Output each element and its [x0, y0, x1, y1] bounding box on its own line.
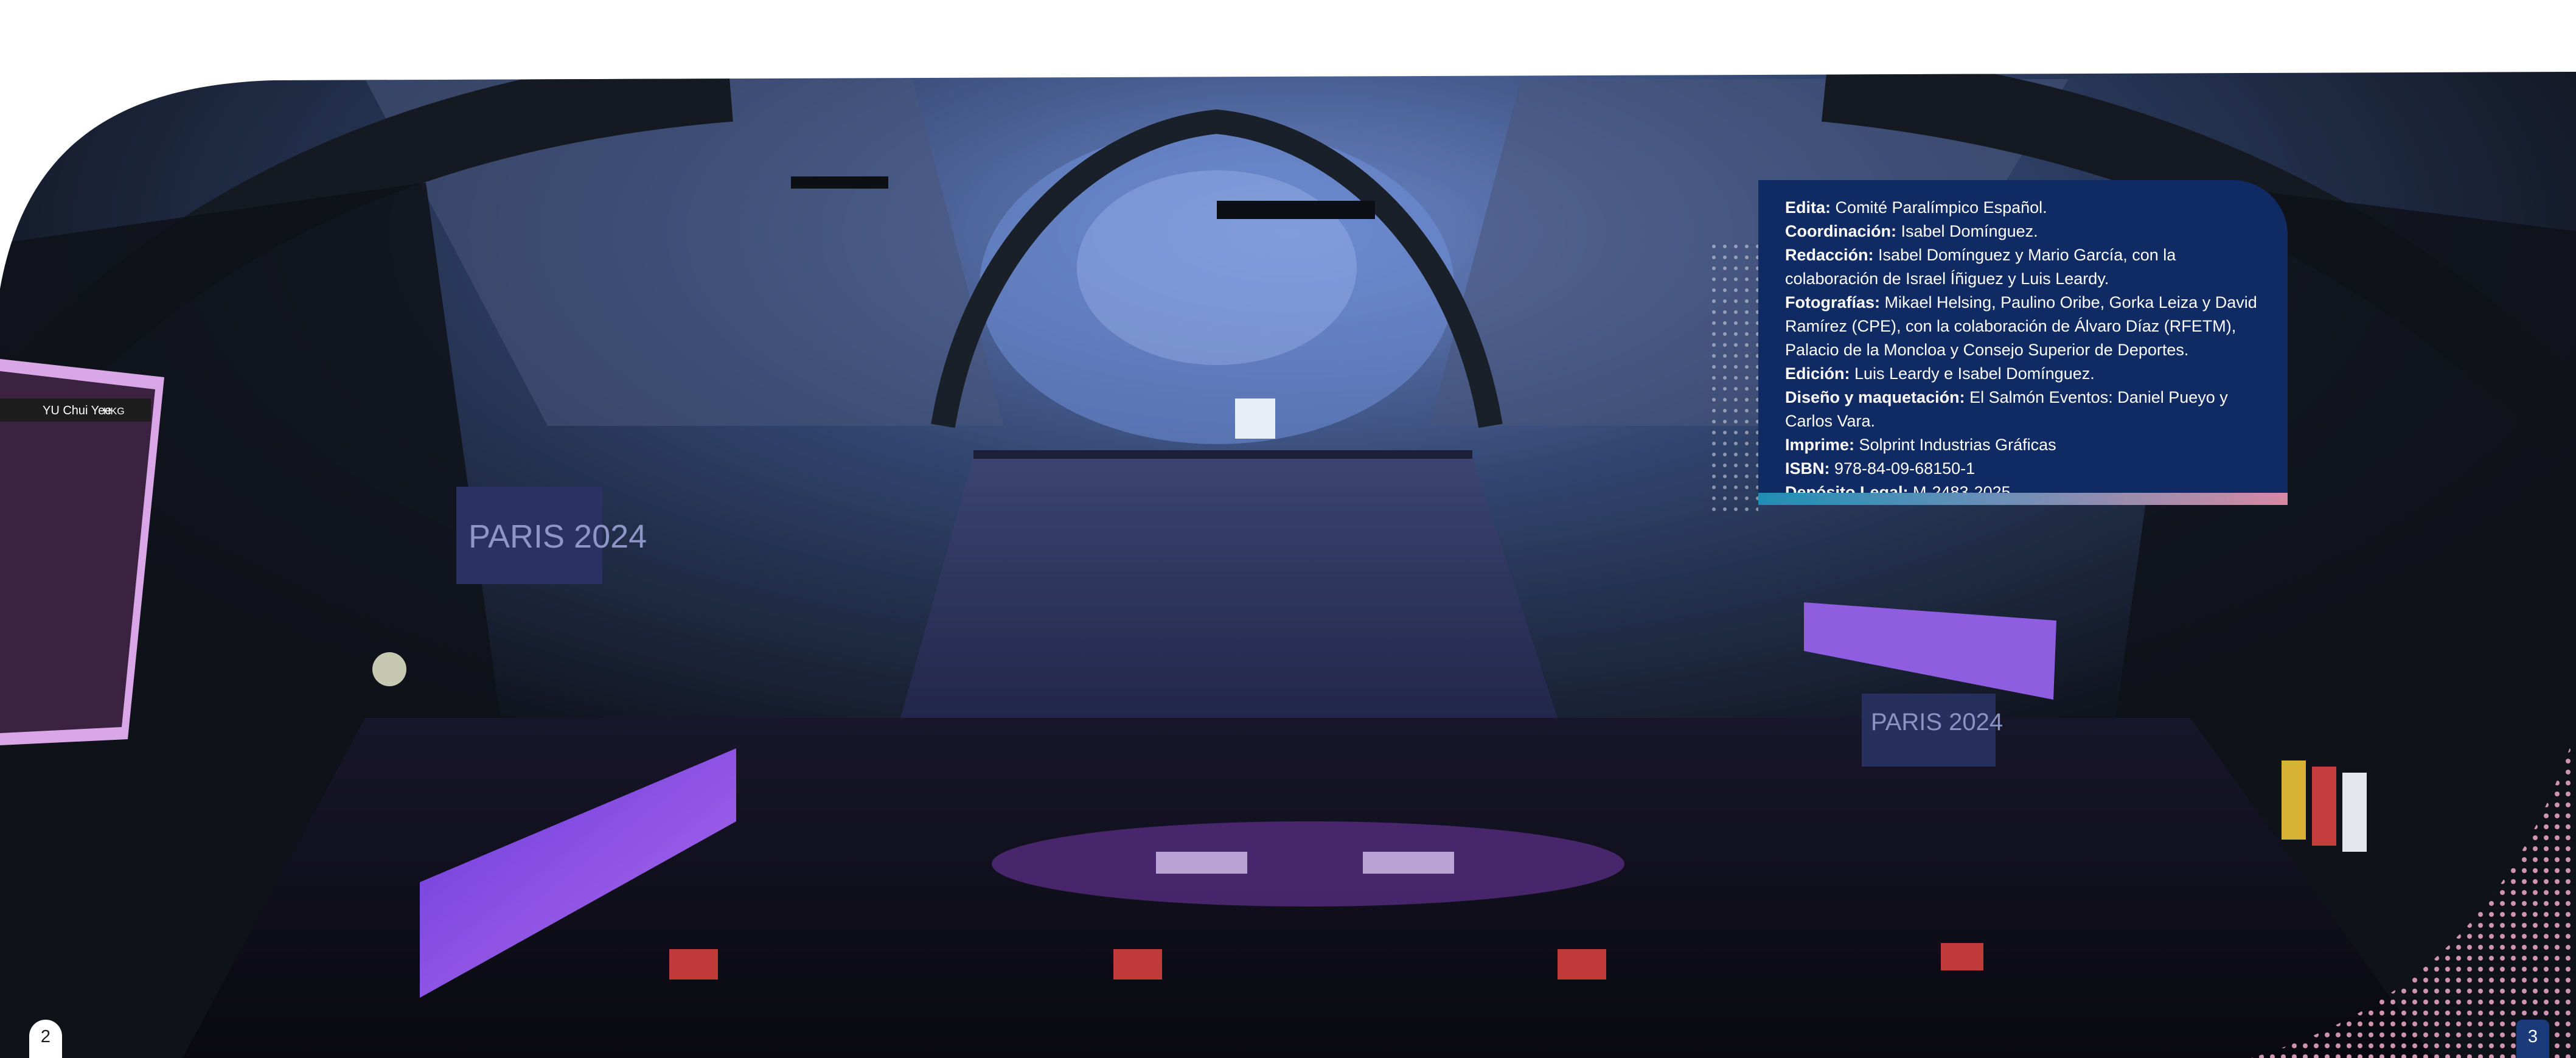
venue-banner-text: PARIS 2024 — [468, 518, 647, 555]
credit-label: Redacción: — [1785, 246, 1874, 264]
credit-label: ISBN: — [1785, 459, 1830, 478]
credit-value: 978-84-09-68150-1 — [1829, 459, 1976, 478]
credit-line: Edición: Luis Leardy e Isabel Domínguez. — [1785, 362, 2271, 386]
credit-label: Imprime: — [1785, 436, 1855, 454]
screen-country-label: HKG — [103, 406, 125, 417]
credit-line: Edita: Comité Paralímpico Español. — [1785, 196, 2271, 220]
credit-label: Edición: — [1785, 364, 1850, 383]
credit-label: Coordinación: — [1785, 222, 1896, 240]
credit-value: Isabel Domínguez. — [1896, 222, 2038, 240]
credit-value: Luis Leardy e Isabel Domínguez. — [1850, 364, 2095, 383]
screen-name-label: YU Chui Yee — [43, 404, 111, 417]
credits-accent-bar — [1758, 493, 2288, 505]
credit-line: ISBN: 978-84-09-68150-1 — [1785, 457, 2271, 481]
credit-value: Comité Paralímpico Español. — [1831, 198, 2047, 217]
credit-label: Fotografías: — [1785, 293, 1881, 311]
credit-value: Solprint Industrias Gráficas — [1854, 436, 2056, 454]
right-banner-text: PARIS 2024 — [1871, 709, 2003, 736]
credit-line: Imprime: Solprint Industrias Gráficas — [1785, 433, 2271, 457]
credits-panel: Edita: Comité Paralímpico Español. Coordi… — [1758, 180, 2288, 505]
credit-line: Diseño y maquetación: El Salmón Eventos:… — [1785, 386, 2271, 433]
credit-line: Fotografías: Mikael Helsing, Paulino Ori… — [1785, 291, 2271, 362]
arena-photo: YU Chui Yee HKG PARIS 2024 PARIS 2024 — [0, 72, 2576, 1058]
page-number-left: 2 — [29, 1020, 62, 1058]
credit-line: Coordinación: Isabel Domínguez. — [1785, 220, 2271, 243]
credit-label: Diseño y maquetación: — [1785, 388, 1965, 406]
credit-label: Edita: — [1785, 198, 1831, 217]
page-number-right: 3 — [2516, 1020, 2549, 1058]
credit-line: Redacción: Isabel Domínguez y Mario Garc… — [1785, 243, 2271, 291]
